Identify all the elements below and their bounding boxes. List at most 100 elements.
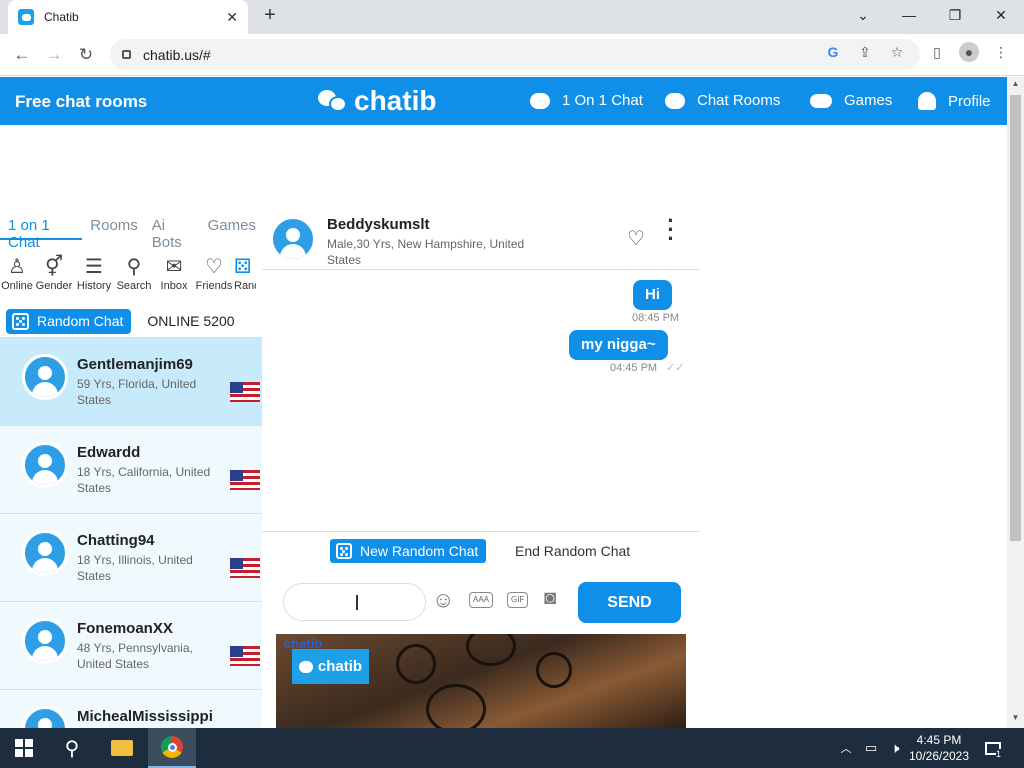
reload-icon[interactable]: ↻ — [73, 42, 99, 68]
browser-tab[interactable]: Chatib ✕ — [8, 0, 248, 34]
free-chat-rooms-link[interactable]: Free chat rooms — [15, 92, 147, 112]
left-panel-tabs: 1 on 1 Chat Rooms Ai Bots Games — [0, 214, 262, 251]
more-options-icon[interactable]: · · · — [666, 210, 676, 250]
chat-bubbles-icon — [298, 660, 313, 673]
partner-name[interactable]: Beddyskumslt — [327, 216, 430, 233]
gender-filter[interactable]: ⚥ Gender — [34, 254, 74, 300]
tab-games[interactable]: Games — [200, 214, 262, 240]
user-name: Gentlemanjim69 — [77, 356, 193, 373]
message-composer: ☺ AAA GIF ◙ SEND — [262, 576, 700, 631]
video-content — [396, 644, 436, 684]
address-bar[interactable]: chatib.us/# — [110, 39, 920, 70]
volume-muted-icon[interactable]: 🕨 — [884, 728, 906, 768]
watermark-text: chatib — [317, 658, 363, 675]
restore-button[interactable]: ❐ — [932, 0, 978, 30]
page-scrollbar[interactable]: ▲ ▼ — [1007, 77, 1024, 728]
user-info: 48 Yrs, Pennsylvania, United States — [77, 641, 193, 671]
online-filter[interactable]: ♙ Online — [0, 254, 34, 300]
avatar — [22, 618, 68, 664]
list-icon: ☰ — [85, 256, 103, 278]
browser-menu-icon[interactable]: ⋮ — [991, 42, 1011, 62]
close-window-button[interactable]: ✕ — [978, 0, 1024, 30]
close-tab-icon[interactable]: ✕ — [226, 9, 238, 26]
random-chat-button[interactable]: Random Chat — [6, 308, 132, 334]
camera-icon[interactable]: ◙ — [544, 587, 556, 610]
user-list-item[interactable]: Chatting94 18 Yrs, Illinois, United Stat… — [0, 514, 262, 602]
bookmark-star-icon[interactable]: ☆ — [887, 42, 907, 62]
nav-chat-rooms[interactable]: Chat Rooms — [665, 92, 780, 109]
message-input[interactable] — [283, 583, 426, 621]
random-filter[interactable]: ⚄ Rand — [234, 254, 256, 300]
user-info: 18 Yrs, California, United States — [77, 465, 211, 495]
windows-start-icon[interactable] — [0, 728, 48, 768]
nav-label: Chat Rooms — [697, 92, 781, 109]
user-list-item[interactable]: FonemoanXX 48 Yrs, Pennsylvania, United … — [0, 602, 262, 690]
side-panel-icon[interactable]: ▯ — [927, 42, 947, 62]
filter-icon-row: ♙ Online ⚥ Gender ☰ History ⚲ Search ✉ I… — [0, 254, 262, 300]
us-flag-icon — [230, 470, 260, 490]
user-info: 18 Yrs, Illinois, United States — [77, 553, 193, 583]
notification-count: 1 — [996, 749, 1002, 759]
history-filter[interactable]: ☰ History — [74, 254, 114, 300]
video-content — [536, 652, 572, 688]
google-icon[interactable]: G — [823, 42, 843, 62]
network-icon[interactable]: ▭ — [860, 728, 882, 768]
search-icon[interactable]: ⚲ — [48, 728, 96, 768]
new-random-chat-button[interactable]: New Random Chat — [330, 539, 487, 563]
avatar — [22, 706, 68, 728]
end-random-chat-button[interactable]: End Random Chat — [515, 543, 630, 559]
show-hidden-icons[interactable]: ︿ — [836, 728, 856, 768]
gender-icon: ⚥ — [44, 256, 64, 278]
message-area: Hi 08:45 PM my nigga~ 04:45 PM ✓✓ — [262, 271, 700, 531]
nav-games[interactable]: Games — [810, 92, 892, 109]
nav-label: Games — [844, 92, 893, 109]
friends-filter[interactable]: ♡ Friends — [194, 254, 234, 300]
browser-tabstrip: Chatib ✕ + ⌄ — ❐ ✕ — [0, 0, 1024, 34]
tab-search-icon[interactable]: ⌄ — [840, 0, 886, 30]
chatib-favicon-icon — [18, 9, 34, 25]
user-list-item[interactable]: Edwardd 18 Yrs, California, United State… — [0, 426, 262, 514]
emoji-icon[interactable]: ☺ — [432, 587, 454, 613]
new-tab-button[interactable]: + — [258, 4, 282, 28]
share-icon[interactable]: ⇪ — [855, 42, 875, 62]
read-check-icon: ✓✓ — [666, 362, 685, 374]
nav-label: Profile — [948, 92, 991, 110]
forward-icon[interactable]: → — [41, 42, 67, 68]
send-button[interactable]: SEND — [578, 582, 681, 623]
scrollbar-thumb[interactable] — [1010, 95, 1021, 541]
partner-avatar[interactable] — [270, 216, 316, 262]
minimize-button[interactable]: — — [886, 0, 932, 30]
tab-ai-bots[interactable]: Ai Bots — [144, 214, 200, 251]
site-logo[interactable]: chatib — [318, 85, 436, 117]
inbox-filter[interactable]: ✉ Inbox — [154, 254, 194, 300]
icon-label: Rand — [234, 280, 256, 292]
system-clock[interactable]: 4:45 PM 10/26/2023 — [905, 732, 973, 764]
new-random-chat-label: New Random Chat — [360, 543, 479, 559]
chrome-icon[interactable] — [148, 728, 196, 768]
scroll-up-icon[interactable]: ▲ — [1007, 79, 1024, 88]
text-style-button[interactable]: AAA — [469, 592, 494, 608]
search-filter[interactable]: ⚲ Search — [114, 254, 154, 300]
back-icon[interactable]: ← — [9, 42, 35, 68]
add-friend-heart-icon[interactable]: ♡ — [627, 226, 645, 251]
message-bubble: Hi — [633, 280, 672, 310]
message-time: 04:45 PM — [610, 362, 658, 374]
nav-profile[interactable]: Profile — [918, 92, 991, 110]
gif-button[interactable]: GIF — [507, 592, 529, 608]
user-list[interactable]: Gentlemanjim69 59 Yrs, Florida, United S… — [0, 337, 262, 728]
icon-label: History — [76, 280, 112, 292]
profile-avatar-icon[interactable]: ● — [959, 42, 979, 62]
avatar — [22, 442, 68, 488]
lock-icon[interactable] — [122, 50, 131, 59]
tab-one-on-one-chat[interactable]: 1 on 1 Chat — [0, 214, 83, 251]
user-list-item[interactable]: Gentlemanjim69 59 Yrs, Florida, United S… — [0, 338, 262, 426]
notifications-icon[interactable]: 1 — [978, 728, 1008, 768]
chat-rooms-icon — [665, 92, 685, 109]
tab-rooms[interactable]: Rooms — [82, 214, 144, 240]
user-list-item[interactable]: MichealMississippi — [0, 690, 262, 728]
user-name: Chatting94 — [77, 532, 155, 549]
chat-bubbles-icon — [318, 88, 348, 114]
nav-one-on-one-chat[interactable]: 1 On 1 Chat — [530, 92, 643, 109]
scroll-down-icon[interactable]: ▼ — [1007, 713, 1024, 722]
file-explorer-icon[interactable] — [98, 728, 146, 768]
